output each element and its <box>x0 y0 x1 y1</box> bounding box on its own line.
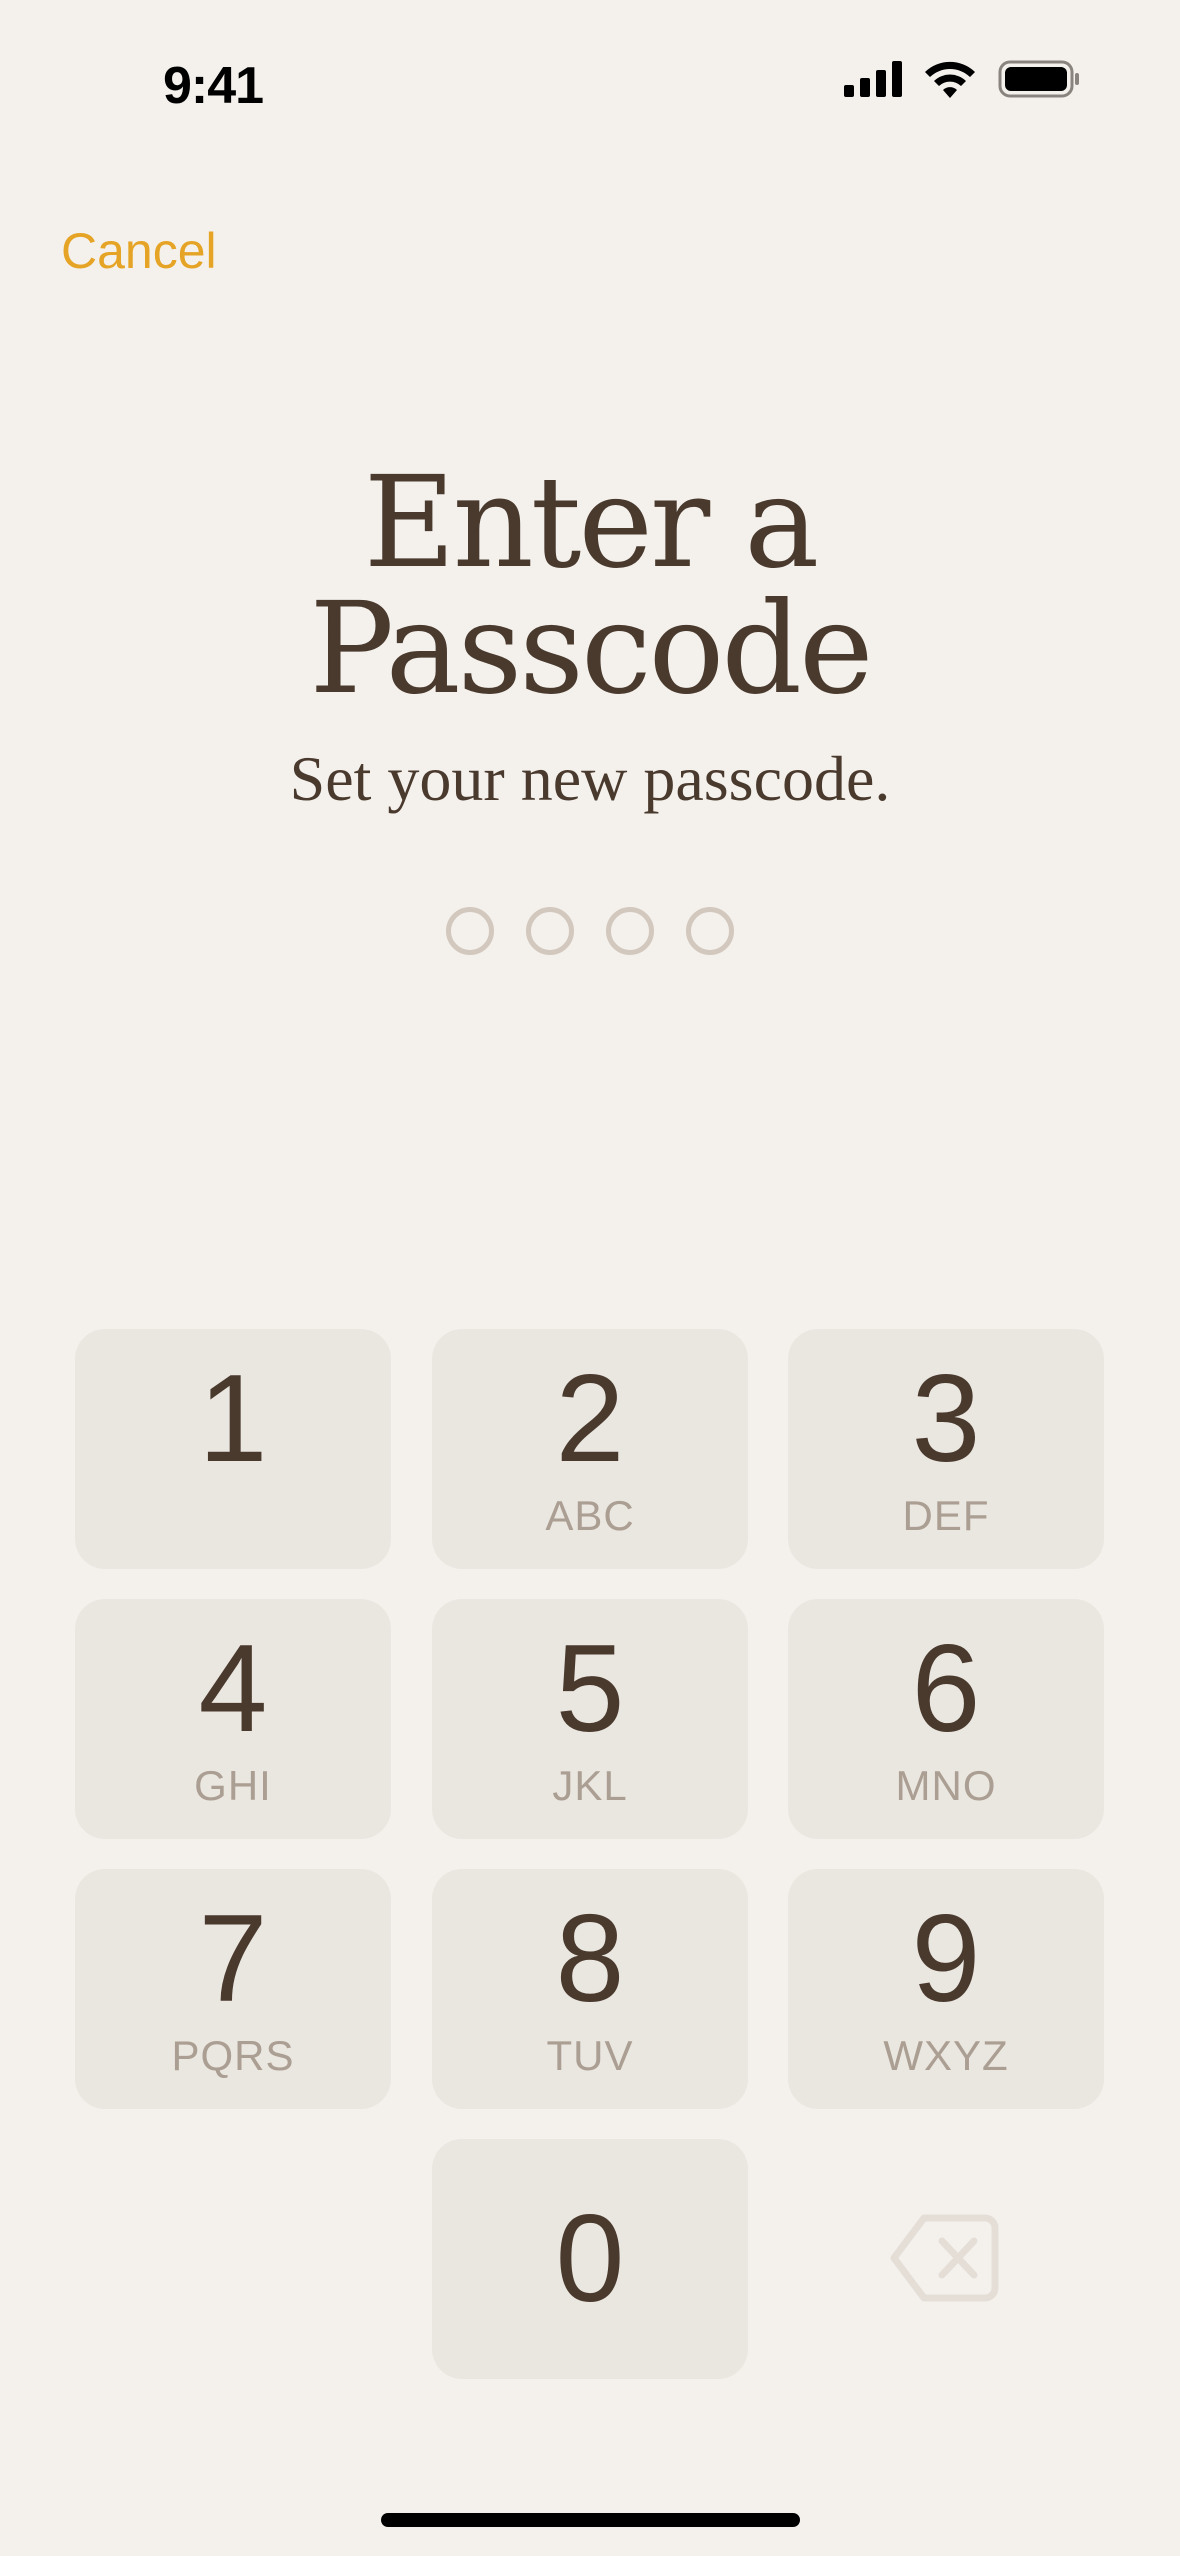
status-bar: 9:41 <box>0 0 1180 170</box>
key-letters: TUV <box>546 2032 634 2079</box>
key-digit: 6 <box>911 1620 981 1758</box>
key-digit: 2 <box>555 1350 625 1488</box>
key-digit: 7 <box>198 1890 268 2028</box>
passcode-indicator <box>0 907 1180 955</box>
key-0[interactable]: 0 <box>432 2139 748 2379</box>
passcode-dot <box>526 907 574 955</box>
passcode-dot <box>606 907 654 955</box>
key-letters: JKL <box>552 1762 628 1809</box>
key-6[interactable]: 6 MNO <box>788 1599 1104 1839</box>
key-digit: 9 <box>911 1890 981 2028</box>
home-indicator[interactable] <box>381 2513 800 2527</box>
key-digit: 0 <box>555 2190 625 2328</box>
cancel-button[interactable]: Cancel <box>61 222 217 280</box>
page-title: Enter a Passcode <box>0 460 1180 712</box>
delete-backspace-icon[interactable] <box>890 2213 1000 2303</box>
key-letters: PQRS <box>171 2032 295 2079</box>
key-letters: GHI <box>194 1762 272 1809</box>
status-icons <box>844 60 1080 98</box>
wifi-icon <box>925 61 975 98</box>
status-time: 9:41 <box>163 57 264 115</box>
key-digit: 4 <box>198 1620 268 1758</box>
cellular-signal-icon <box>844 61 902 97</box>
key-7[interactable]: 7 PQRS <box>75 1869 391 2109</box>
key-letters: DEF <box>902 1492 990 1539</box>
page-title-line-2: Passcode <box>309 575 873 722</box>
key-1[interactable]: 1 <box>75 1329 391 1569</box>
key-digit: 3 <box>911 1350 981 1488</box>
key-4[interactable]: 4 GHI <box>75 1599 391 1839</box>
key-3[interactable]: 3 DEF <box>788 1329 1104 1569</box>
key-letters: ABC <box>545 1492 635 1539</box>
key-digit: 1 <box>198 1350 268 1488</box>
passcode-dot <box>686 907 734 955</box>
key-letters: WXYZ <box>883 2032 1009 2079</box>
key-8[interactable]: 8 TUV <box>432 1869 748 2109</box>
key-digit: 8 <box>555 1890 625 2028</box>
page-subtitle: Set your new passcode. <box>289 743 891 814</box>
page-title-line-1: Enter a <box>363 449 820 596</box>
passcode-dot <box>446 907 494 955</box>
battery-icon <box>998 60 1079 98</box>
key-5[interactable]: 5 JKL <box>432 1599 748 1839</box>
key-9[interactable]: 9 WXYZ <box>788 1869 1104 2109</box>
key-letters: MNO <box>895 1762 997 1809</box>
key-2[interactable]: 2 ABC <box>432 1329 748 1569</box>
key-digit: 5 <box>555 1620 625 1758</box>
